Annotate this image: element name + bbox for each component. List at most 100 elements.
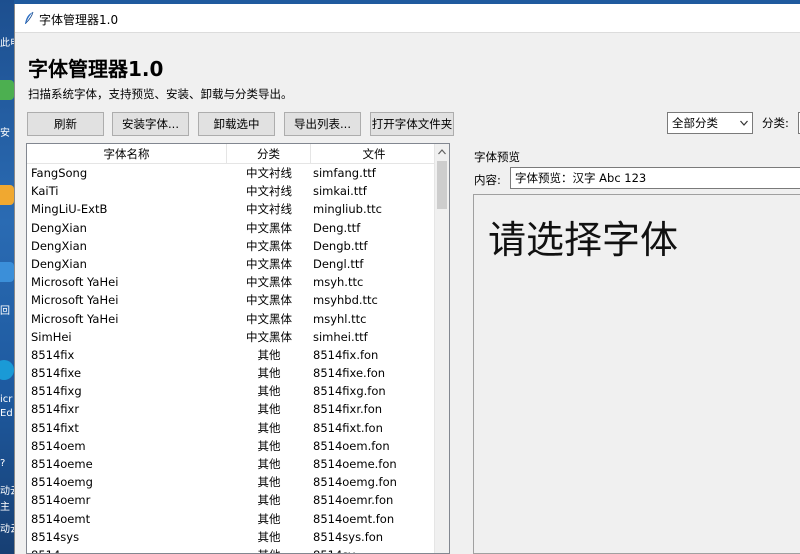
font-name-cell: 8514oeme [31, 457, 93, 471]
table-row[interactable]: KaiTi 中文衬线 simkai.ttf [27, 182, 437, 200]
desktop-strip: 此电 安 回 icr Ed ? 动云 主 动云 [0, 0, 14, 554]
font-category-cell: 中文黑体 [246, 275, 292, 290]
recycle-bin-icon[interactable] [0, 262, 14, 282]
font-name-cell: 8514fixe [31, 366, 82, 381]
table-row[interactable]: 8514... 其他8514sy... [27, 546, 437, 553]
table-row[interactable]: 8514fixg 其他 8514fixg.fon [27, 382, 437, 400]
font-file-cell: Dengb.ttf [313, 238, 368, 253]
table-row[interactable]: 8514oemr 其他 8514oemr.fon [27, 491, 437, 509]
desktop-folder-icon[interactable] [0, 185, 14, 205]
desktop-label: 主 [0, 502, 10, 513]
font-category-cell: 中文黑体 [246, 256, 292, 271]
font-file-cell: 8514fix.fon [313, 347, 379, 362]
category-filter-select[interactable]: 全部分类 [667, 112, 753, 134]
preview-content-input[interactable]: 字体预览：汉字 Abc 123 [510, 167, 800, 189]
font-name-cell: 8514oem [31, 438, 86, 453]
table-row[interactable]: 8514oem 其他 8514oem.fon [27, 437, 437, 455]
edge-icon[interactable] [0, 360, 14, 380]
font-file-cell: Deng.ttf [313, 220, 361, 235]
title-bar[interactable]: 字体管理器1.0 [15, 4, 800, 33]
app-window: 字体管理器1.0 字体管理器1.0 扫描系统字体，支持预览、安装、卸载与分类导出… [14, 4, 800, 554]
column-header-category[interactable]: 分类 [227, 144, 311, 164]
open-font-folder-button[interactable]: 打开字体文件夹 [370, 112, 454, 136]
font-file-cell: 8514oem.fon [313, 438, 390, 453]
table-row[interactable]: 8514fixt 其他 8514fixt.fon [27, 419, 437, 437]
desktop-label: 动云 [0, 524, 14, 535]
scroll-up-icon[interactable] [438, 149, 446, 155]
desktop-label: 回 [0, 306, 10, 317]
table-row[interactable]: 8514oemt 其他 8514oemt.fon [27, 510, 437, 528]
table-row[interactable]: DengXian 中文黑体 Dengb.ttf [27, 237, 437, 255]
list-header: 字体名称 分类 文件 [27, 144, 437, 164]
font-category-cell: 中文黑体 [246, 238, 292, 253]
font-name-cell: Microsoft YaHei [31, 293, 119, 308]
feather-icon [25, 11, 34, 24]
table-row[interactable]: FangSong 中文衬线 simfang.ttf [27, 164, 437, 182]
font-category-cell: 其他 [227, 546, 311, 553]
font-category-cell: 其他 [257, 529, 281, 544]
font-name-cell: 8514oemg [31, 475, 93, 490]
table-row[interactable]: 8514oemg 其他 8514oemg.fon [27, 473, 437, 491]
font-file-cell: simfang.ttf [313, 166, 376, 180]
font-name-cell: DengXian [31, 256, 87, 271]
font-file-cell: msyhl.ttc [313, 311, 367, 326]
font-name-cell: 8514fix [31, 347, 75, 362]
font-name-cell: 8514fixg [31, 384, 82, 399]
table-row[interactable]: DengXian 中文黑体 Deng.ttf [27, 219, 437, 237]
font-file-cell: 8514sy... [313, 546, 364, 553]
font-file-cell: simhei.ttf [313, 329, 368, 344]
desktop-label: icr [0, 394, 13, 405]
font-file-cell: mingliub.ttc [313, 202, 382, 217]
font-category-cell: 其他 [257, 438, 281, 453]
table-row[interactable]: 8514fixr 其他 8514fixr.fon [27, 400, 437, 418]
font-category-cell: 其他 [257, 511, 281, 526]
window-title: 字体管理器1.0 [39, 13, 119, 27]
table-row[interactable]: MingLiU-ExtB 中文衬线 mingliub.ttc [27, 200, 437, 218]
font-file-cell: simkai.ttf [313, 184, 367, 199]
font-file-cell: 8514fixt.fon [313, 420, 383, 435]
table-row[interactable]: Microsoft YaHei 中文黑体 msyhbd.ttc [27, 291, 437, 309]
table-row[interactable]: 8514sys 其他 8514sys.fon [27, 528, 437, 546]
refresh-button[interactable]: 刷新 [27, 112, 104, 136]
scrollbar-thumb[interactable] [437, 161, 447, 209]
font-category-cell: 中文黑体 [246, 293, 292, 308]
font-category-cell: 中文衬线 [246, 184, 292, 199]
table-row[interactable]: SimHei 中文黑体 simhei.ttf [27, 328, 437, 346]
table-row[interactable]: Microsoft YaHei 中文黑体 msyh.ttc [27, 273, 437, 291]
font-category-cell: 其他 [257, 475, 281, 490]
font-category-cell: 其他 [257, 366, 281, 381]
font-name-cell: DengXian [31, 220, 87, 235]
uninstall-selected-button[interactable]: 卸载选中 [198, 112, 275, 136]
font-name-cell: 8514oemr [31, 493, 91, 508]
table-row[interactable]: 8514fix 其他 8514fix.fon [27, 346, 437, 364]
table-row[interactable]: 8514oeme 其他 8514oeme.fon [27, 455, 437, 473]
font-category-cell: 中文衬线 [246, 202, 292, 217]
font-name-cell: 8514fixr [31, 402, 80, 417]
column-header-file[interactable]: 文件 [311, 144, 437, 164]
category-filter-value: 全部分类 [672, 116, 718, 130]
preview-canvas: 请选择字体 [473, 194, 800, 554]
font-file-cell: msyhbd.ttc [313, 293, 378, 308]
font-file-cell: 8514oemt.fon [313, 511, 395, 526]
table-row[interactable]: Microsoft YaHei 中文黑体 msyhl.ttc [27, 310, 437, 328]
font-list[interactable]: 字体名称 分类 文件 FangSong 中文衬线 simfang.ttf KaiTi 中… [26, 143, 450, 554]
desktop-app-icon[interactable] [0, 80, 14, 100]
desktop-label: Ed [0, 408, 13, 419]
export-list-button[interactable]: 导出列表... [284, 112, 361, 136]
font-file-cell: 8514fixg.fon [313, 384, 386, 399]
table-row[interactable]: DengXian 中文黑体 Dengl.ttf [27, 255, 437, 273]
font-name-cell: 8514oemt [31, 511, 91, 526]
install-font-button[interactable]: 安装字体... [112, 112, 189, 136]
desktop-label: 安 [0, 128, 10, 139]
font-name-cell: KaiTi [31, 184, 59, 199]
font-name-cell: MingLiU-ExtB [31, 202, 108, 217]
column-header-name[interactable]: 字体名称 [27, 144, 227, 164]
font-file-cell: Dengl.ttf [313, 256, 364, 271]
font-name-cell: 8514sys [31, 529, 80, 544]
list-scrollbar[interactable] [434, 144, 449, 553]
font-file-cell: 8514oeme.fon [313, 457, 397, 471]
table-row[interactable]: 8514fixe 其他 8514fixe.fon [27, 364, 437, 382]
font-file-cell: 8514oemr.fon [313, 493, 394, 508]
font-name-cell: 8514... [31, 546, 71, 553]
font-category-cell: 中文衬线 [246, 166, 292, 180]
